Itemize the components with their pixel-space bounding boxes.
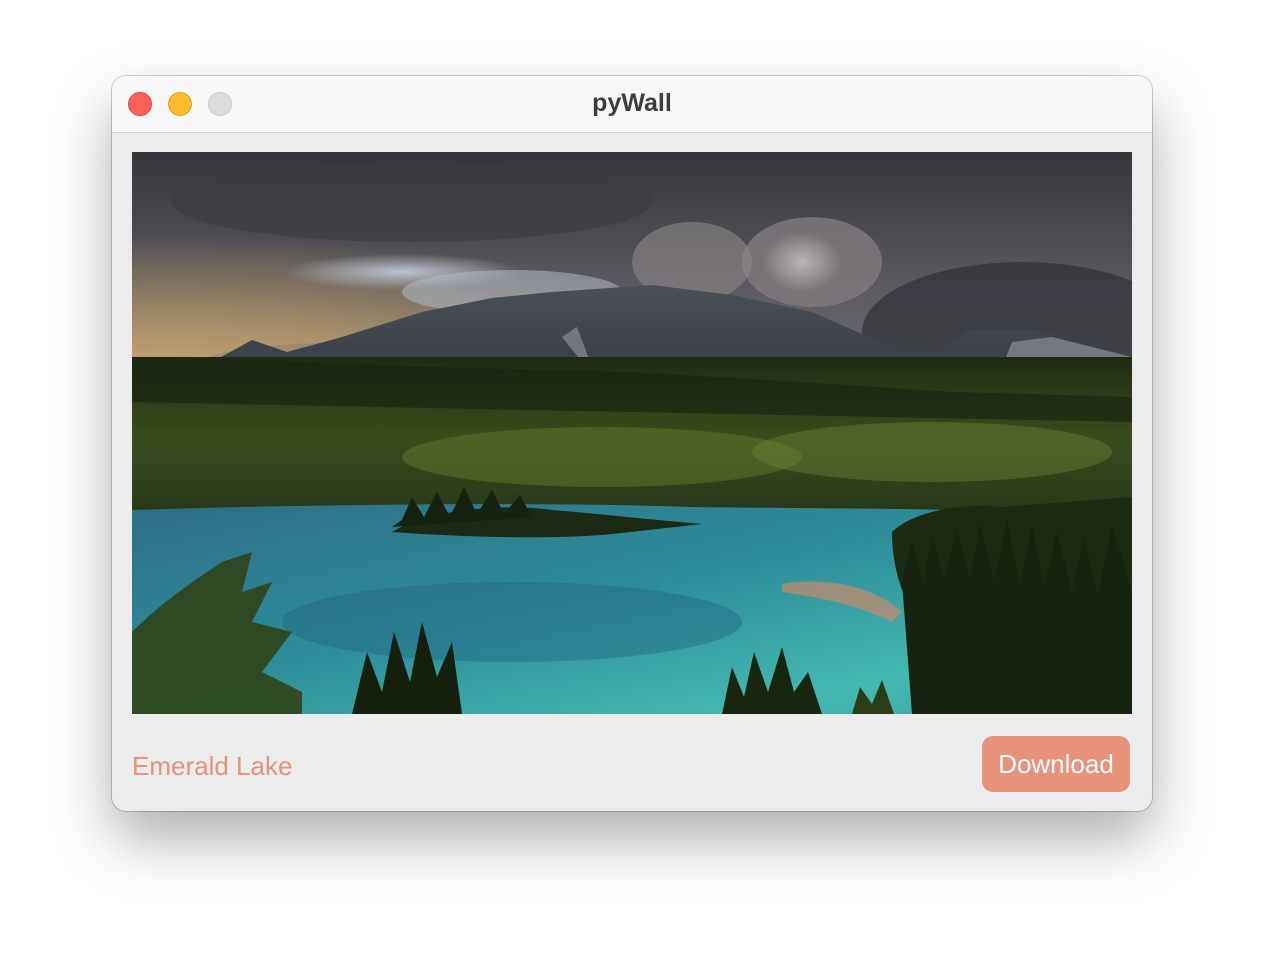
app-window: pyWall Emerald Lake Download	[112, 76, 1152, 811]
wallpaper-preview-image	[132, 152, 1132, 714]
window-title: pyWall	[592, 89, 672, 117]
title-bar[interactable]: pyWall	[112, 76, 1152, 133]
download-button[interactable]: Download	[982, 736, 1130, 792]
wallpaper-name: Emerald Lake	[132, 751, 293, 781]
main-content: Emerald Lake Download	[112, 133, 1152, 811]
